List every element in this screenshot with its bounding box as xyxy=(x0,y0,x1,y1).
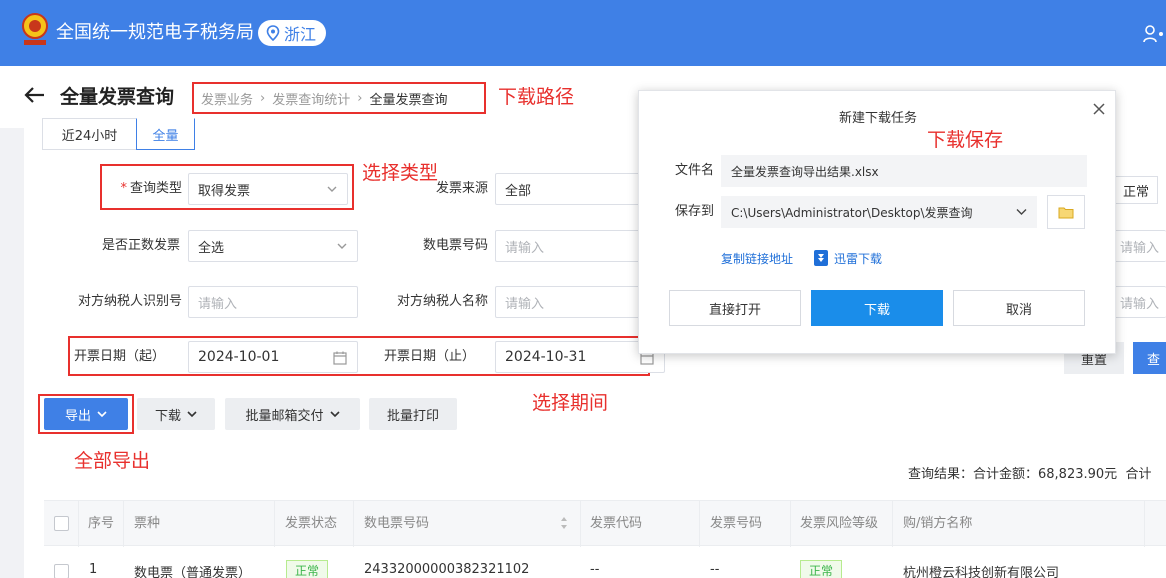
column-header: 发票风险等级 xyxy=(800,516,879,531)
chevron-down-icon xyxy=(327,186,337,192)
row-checkbox[interactable] xyxy=(54,564,69,578)
chevron-right-icon: › xyxy=(357,90,363,106)
batch-print-button[interactable]: 批量打印 xyxy=(369,398,457,430)
close-icon[interactable] xyxy=(1091,101,1107,117)
xunlei-icon xyxy=(814,250,828,266)
query-type-label: * 查询类型 xyxy=(120,181,182,196)
annotation-download-path: 下载路径 xyxy=(498,86,575,108)
counterparty-tax-id-label: 对方纳税人识别号 xyxy=(77,294,182,309)
status-badge: 正常 xyxy=(286,560,329,578)
file-name-label: 文件名 xyxy=(675,163,715,178)
cell-kind: 数电票（普通发票） xyxy=(134,566,252,578)
query-button[interactable]: 查 xyxy=(1133,342,1166,374)
annotation-download-save: 下载保存 xyxy=(927,129,1004,151)
column-header: 发票状态 xyxy=(285,516,338,531)
annotation-export-all: 全部导出 xyxy=(74,450,151,472)
breadcrumb-current: 全量发票查询 xyxy=(369,92,448,108)
save-to-label: 保存到 xyxy=(675,204,715,219)
result-summary: 查询结果：合计金额：68,823.90元 合计 xyxy=(908,467,1152,482)
copy-link-button[interactable]: 复制链接地址 xyxy=(721,251,793,267)
breadcrumb-item[interactable]: 发票查询统计 xyxy=(272,89,350,108)
breadcrumb-item[interactable]: 发票业务 xyxy=(201,89,253,108)
calendar-icon xyxy=(333,351,347,365)
is-official-label: 是否正数发票 xyxy=(101,238,180,253)
sort-icon[interactable] xyxy=(560,515,568,531)
region-selector[interactable]: 浙江 xyxy=(258,20,327,46)
invoice-source-label: 发票来源 xyxy=(435,181,488,196)
region-label: 浙江 xyxy=(284,25,317,44)
einvoice-no-input[interactable]: 请输入 xyxy=(495,230,645,262)
content-shade xyxy=(0,128,24,578)
date-start-picker[interactable]: 2024-10-01 xyxy=(188,341,358,373)
back-arrow-icon[interactable] xyxy=(24,84,46,106)
cell-party-name: 杭州橙云科技创新有限公司 xyxy=(903,566,1060,578)
top-bar: 全国统一规范电子税务局 浙江 xyxy=(0,0,1166,66)
column-header: 发票代码 xyxy=(590,516,643,531)
tab-last-24h[interactable]: 近24小时 xyxy=(42,118,137,150)
page-title: 全量发票查询 xyxy=(60,86,175,108)
annotation-select-period: 选择期间 xyxy=(532,392,609,414)
chevron-right-icon: › xyxy=(260,90,266,106)
chevron-down-icon xyxy=(187,411,197,418)
invoice-source-select[interactable]: 全部 xyxy=(495,173,645,205)
einvoice-no-label: 数电票号码 xyxy=(422,238,488,253)
column-header: 发票号码 xyxy=(710,516,763,531)
user-icon[interactable] xyxy=(1143,24,1165,44)
table-header: 序号 票种 发票状态 数电票号码 发票代码 发票号码 发票风险等级 购/销方名称 xyxy=(44,500,1166,547)
risk-badge: 正常 xyxy=(800,560,843,578)
counterparty-tax-id-input[interactable]: 请输入 xyxy=(188,286,358,318)
cell-index: 1 xyxy=(89,562,98,577)
cancel-button[interactable]: 取消 xyxy=(953,290,1085,326)
tax-emblem-icon xyxy=(22,13,48,45)
export-dropdown-button[interactable]: 导出 xyxy=(44,398,128,430)
column-header: 购/销方名称 xyxy=(903,516,973,531)
dialog-title: 新建下载任务 xyxy=(838,111,917,126)
file-name-input[interactable]: 全量发票查询导出结果.xlsx xyxy=(721,155,1087,187)
date-end-label: 开票日期（止） xyxy=(384,349,476,364)
partial-input[interactable]: 请输入 xyxy=(1110,286,1166,318)
date-start-label: 开票日期（起） xyxy=(74,349,166,364)
column-header: 序号 xyxy=(88,516,115,531)
folder-icon xyxy=(1058,207,1074,218)
status-chip-normal[interactable]: 正常 xyxy=(1114,176,1158,204)
chevron-down-icon xyxy=(97,411,107,418)
chevron-down-icon xyxy=(1016,209,1027,215)
open-directly-button[interactable]: 直接打开 xyxy=(669,290,801,326)
counterparty-name-input[interactable]: 请输入 xyxy=(495,286,645,318)
brand-title: 全国统一规范电子税务局 xyxy=(56,22,254,43)
column-header: 票种 xyxy=(134,516,161,531)
counterparty-name-label: 对方纳税人名称 xyxy=(396,294,488,309)
cell-invoice-no: -- xyxy=(710,562,720,577)
select-all-checkbox[interactable] xyxy=(54,516,69,531)
chevron-down-icon xyxy=(337,243,347,249)
is-official-select[interactable]: 全选 xyxy=(188,230,358,262)
query-type-select[interactable]: 取得发票 xyxy=(188,173,348,205)
save-path-select[interactable]: C:\Users\Administrator\Desktop\发票查询 xyxy=(721,196,1037,228)
cell-invoice-code: -- xyxy=(590,562,600,577)
location-pin-icon xyxy=(266,25,280,41)
download-dropdown-button[interactable]: 下载 xyxy=(137,398,215,430)
chevron-down-icon xyxy=(329,411,340,418)
cell-einvoice-number[interactable]: 24332000000382321102 xyxy=(364,562,529,577)
tab-all[interactable]: 全量 xyxy=(136,118,195,150)
download-button[interactable]: 下载 xyxy=(811,290,943,326)
column-header: 数电票号码 xyxy=(364,516,430,531)
xunlei-download-button[interactable]: 迅雷下载 xyxy=(834,251,882,267)
breadcrumb: 发票业务 › 发票查询统计 › 全量发票查询 xyxy=(192,82,486,114)
browse-folder-button[interactable] xyxy=(1047,195,1085,229)
batch-email-button[interactable]: 批量邮箱交付 xyxy=(225,398,360,430)
partial-input[interactable]: 请输入 xyxy=(1110,230,1166,262)
download-dialog: 新建下载任务 下载保存 文件名 全量发票查询导出结果.xlsx 保存到 C:\U… xyxy=(638,90,1116,354)
